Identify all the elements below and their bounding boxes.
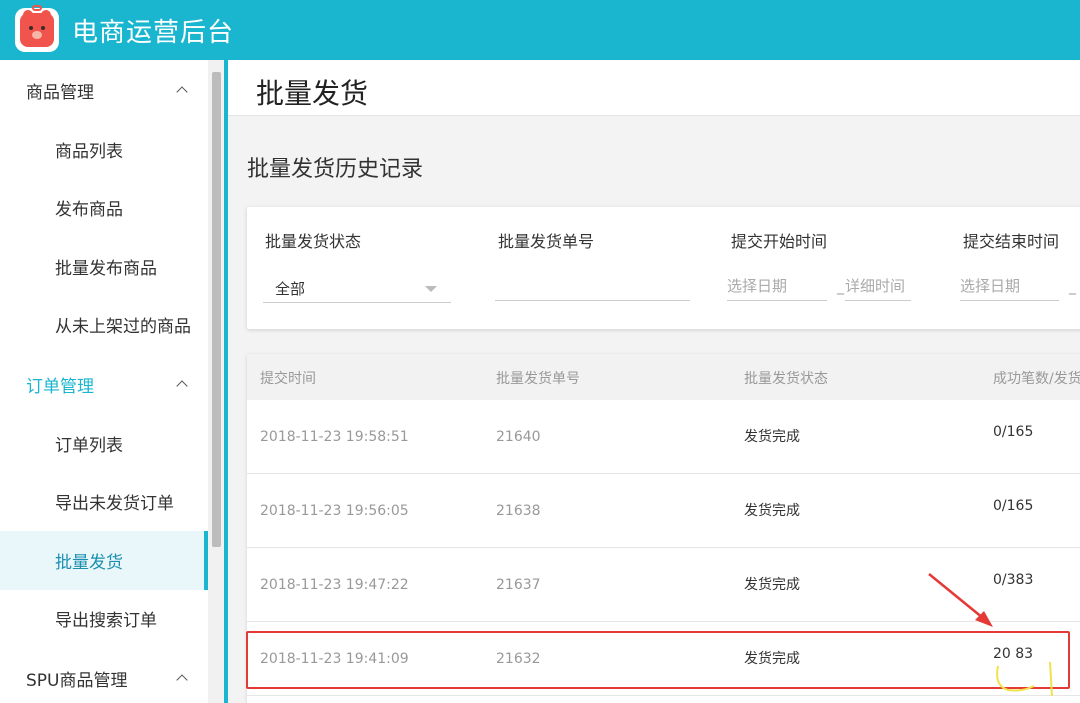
page-header: 批量发货 [228,60,1080,116]
sidebar-item-never-listed[interactable]: 从未上架过的商品 [0,296,208,355]
section-title: 批量发货历史记录 [247,157,424,182]
sidebar-item-product-list[interactable]: 商品列表 [0,120,208,179]
end-date-input[interactable]: 选择日期 [960,271,1059,301]
filter-status-label: 批量发货状态 [265,232,362,251]
filter-end-label: 提交结束时间 [963,232,1060,251]
start-separator: _ [837,279,844,295]
page-title: 批量发货 [256,77,369,110]
chevron-up-icon [176,674,188,686]
order-no-input[interactable] [495,271,690,301]
caret-down-icon [425,286,437,292]
sidebar-item-batch-ship[interactable]: 批量发货 [0,531,208,590]
chevron-up-icon [176,86,188,98]
table-row[interactable]: 2018-11-23 19:56:05 21638 发货完成 0/165 [247,474,1080,548]
app-title: 电商运营后台 [72,17,235,48]
sidebar-group-order[interactable]: 订单管理 [0,354,208,414]
cell-time: 2018-11-23 19:47:22 [260,577,409,593]
cell-order-no: 21640 [496,429,541,445]
cell-count: 0/165 [993,424,1034,440]
status-select-value: 全部 [275,280,306,298]
app-logo-icon[interactable] [15,5,59,52]
sidebar-item-batch-publish[interactable]: 批量发布商品 [0,237,208,296]
start-time-input[interactable]: 详细时间 [845,271,911,301]
cell-time: 2018-11-23 19:58:51 [260,429,409,445]
cell-count: 0/165 [993,498,1034,514]
column-header-status: 批量发货状态 [744,371,828,387]
column-header-time: 提交时间 [260,371,316,387]
sidebar-item-publish-product[interactable]: 发布商品 [0,179,208,238]
filter-start-label: 提交开始时间 [731,232,828,251]
sidebar-item-export-unshipped[interactable]: 导出未发货订单 [0,473,208,532]
sidebar-group-product[interactable]: 商品管理 [0,60,208,120]
sidebar-scrollbar[interactable] [208,60,224,703]
column-header-count: 成功笔数/发货 [993,371,1080,387]
sidebar-item-order-list[interactable]: 订单列表 [0,414,208,473]
cell-time: 2018-11-23 19:56:05 [260,503,409,519]
highlight-box [246,631,1070,689]
table-row[interactable]: 2018-11-23 19:58:51 21640 发货完成 0/165 [247,400,1080,474]
cell-status: 发货完成 [744,503,800,519]
sidebar-item-export-search[interactable]: 导出搜索订单 [0,590,208,649]
status-select[interactable]: 全部 [263,273,451,303]
cell-order-no: 21637 [496,577,541,593]
sidebar-group-label: 商品管理 [26,82,94,103]
chevron-up-icon [176,380,188,392]
filter-panel: 批量发货状态 全部 批量发货单号 提交开始时间 选择日期 _ 详细时间 提交结束… [247,207,1080,329]
cell-order-no: 21638 [496,503,541,519]
top-bar: 电商运营后台 [0,0,1080,60]
red-arrow-icon [928,573,993,627]
sidebar-group-label: SPU商品管理 [26,670,128,691]
main-divider [224,60,228,703]
scrollbar-thumb[interactable] [212,72,221,547]
sidebar: 商品管理 商品列表 发布商品 批量发布商品 从未上架过的商品 订单管理 订单列表… [0,60,208,703]
cell-status: 发货完成 [744,429,800,445]
table-header: 提交时间 批量发货单号 批量发货状态 成功笔数/发货 [247,354,1080,400]
sidebar-group-spu[interactable]: SPU商品管理 [0,648,208,703]
yellow-scribble-icon [996,661,1053,697]
filter-order-no-label: 批量发货单号 [498,232,595,251]
sidebar-group-label: 订单管理 [26,376,94,397]
cell-status: 发货完成 [744,577,800,593]
column-header-order-no: 批量发货单号 [496,371,580,387]
start-date-input[interactable]: 选择日期 [727,271,827,301]
end-separator: _ [1069,279,1076,295]
